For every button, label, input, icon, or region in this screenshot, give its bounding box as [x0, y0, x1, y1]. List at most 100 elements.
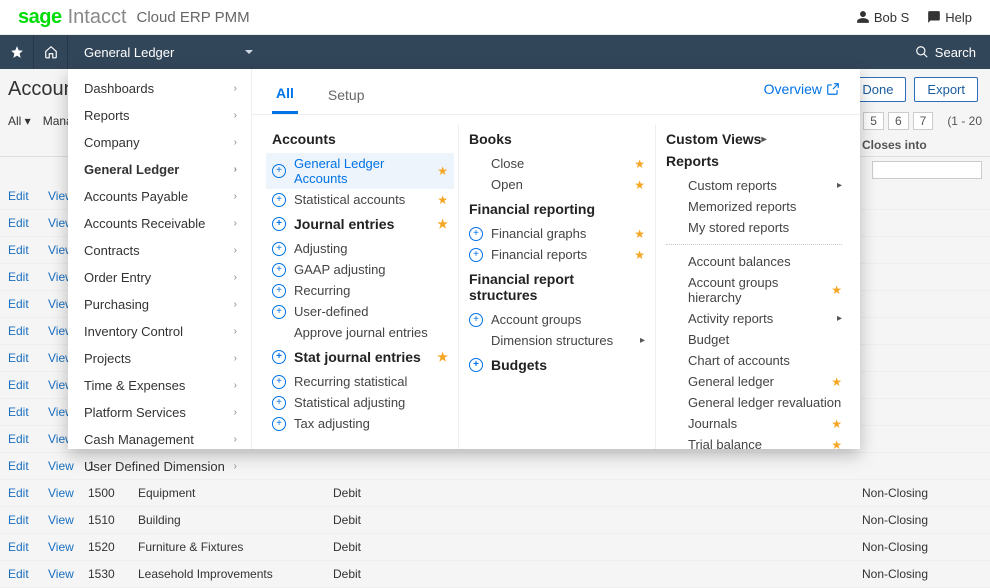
menu-item[interactable]: +User-defined: [272, 301, 448, 322]
add-icon[interactable]: +: [469, 358, 483, 372]
global-search[interactable]: Search: [901, 45, 990, 60]
cell-normal: Debit: [333, 513, 663, 527]
home-button[interactable]: [34, 35, 68, 69]
edit-link[interactable]: Edit: [8, 378, 48, 392]
menu-item[interactable]: Budget: [666, 329, 842, 350]
add-icon[interactable]: +: [272, 242, 286, 256]
filter-closes-input[interactable]: [872, 161, 982, 179]
tab-setup[interactable]: Setup: [324, 81, 369, 113]
cell-close: [862, 270, 982, 284]
page-7[interactable]: 7: [913, 112, 934, 130]
menu-item[interactable]: Trial balance★: [666, 434, 842, 449]
view-link[interactable]: View: [48, 486, 88, 500]
edit-link[interactable]: Edit: [8, 189, 48, 203]
view-link[interactable]: View: [48, 567, 88, 581]
menu-item[interactable]: +Adjusting: [272, 238, 448, 259]
chevron-right-icon: ›: [234, 110, 237, 121]
menu-item[interactable]: Dimension structures▸: [469, 330, 645, 351]
menu-item[interactable]: +Recurring statistical: [272, 371, 448, 392]
sidebar-item[interactable]: Time & Expenses›: [68, 372, 251, 399]
sidebar-item[interactable]: Contracts›: [68, 237, 251, 264]
add-icon[interactable]: +: [469, 248, 483, 262]
menu-item[interactable]: My stored reports: [666, 217, 842, 238]
edit-link[interactable]: Edit: [8, 486, 48, 500]
star-icon: ★: [831, 283, 842, 297]
chevron-down-icon: [244, 47, 254, 57]
page-6[interactable]: 6: [888, 112, 909, 130]
add-icon[interactable]: +: [469, 227, 483, 241]
export-button[interactable]: Export: [914, 77, 978, 102]
menu-item[interactable]: Open★: [469, 174, 645, 195]
menu-item[interactable]: +Statistical accounts★: [272, 189, 448, 210]
menu-item[interactable]: +General Ledger Accounts★: [266, 153, 454, 189]
add-icon[interactable]: +: [272, 396, 286, 410]
module-dropdown[interactable]: General Ledger: [68, 35, 270, 69]
menu-item[interactable]: Journals★: [666, 413, 842, 434]
add-icon[interactable]: +: [272, 217, 286, 231]
add-icon[interactable]: +: [272, 350, 286, 364]
edit-link[interactable]: Edit: [8, 243, 48, 257]
menu-item[interactable]: Custom reports▸: [666, 175, 842, 196]
menu-item[interactable]: +Tax adjusting: [272, 413, 448, 434]
favorite-toggle[interactable]: [0, 35, 34, 69]
edit-link[interactable]: Edit: [8, 540, 48, 554]
sidebar-item[interactable]: Inventory Control›: [68, 318, 251, 345]
edit-link[interactable]: Edit: [8, 405, 48, 419]
tab-all[interactable]: All: [272, 79, 298, 114]
add-icon[interactable]: +: [272, 193, 286, 207]
sidebar-item[interactable]: Cash Management›: [68, 426, 251, 453]
menu-item[interactable]: General ledger★: [666, 371, 842, 392]
module-label: General Ledger: [84, 45, 174, 60]
sidebar-item[interactable]: Purchasing›: [68, 291, 251, 318]
sidebar-item[interactable]: Platform Services›: [68, 399, 251, 426]
sidebar-item[interactable]: Accounts Payable›: [68, 183, 251, 210]
chevron-right-icon: ›: [234, 137, 237, 148]
menu-item[interactable]: Account groups hierarchy★: [666, 272, 842, 308]
menu-item[interactable]: Chart of accounts: [666, 350, 842, 371]
sidebar-item[interactable]: General Ledger›: [68, 156, 251, 183]
menu-item[interactable]: Activity reports▸: [666, 308, 842, 329]
add-icon[interactable]: +: [272, 305, 286, 319]
edit-link[interactable]: Edit: [8, 324, 48, 338]
edit-link[interactable]: Edit: [8, 270, 48, 284]
chevron-right-icon: ›: [234, 380, 237, 391]
sidebar-item[interactable]: Accounts Receivable›: [68, 210, 251, 237]
sidebar-item[interactable]: Reports›: [68, 102, 251, 129]
page-5[interactable]: 5: [863, 112, 884, 130]
edit-link[interactable]: Edit: [8, 297, 48, 311]
menu-item[interactable]: Close★: [469, 153, 645, 174]
edit-link[interactable]: Edit: [8, 459, 48, 473]
view-link[interactable]: View: [48, 540, 88, 554]
add-icon[interactable]: +: [272, 375, 286, 389]
menu-item[interactable]: General ledger revaluation: [666, 392, 842, 413]
menu-item[interactable]: +GAAP adjusting: [272, 259, 448, 280]
sidebar-item[interactable]: Company›: [68, 129, 251, 156]
sidebar-item[interactable]: Projects›: [68, 345, 251, 372]
filter-all[interactable]: All ▾: [8, 114, 31, 128]
add-icon[interactable]: +: [272, 417, 286, 431]
menu-item[interactable]: +Statistical adjusting: [272, 392, 448, 413]
menu-item[interactable]: Account balances: [666, 251, 842, 272]
sidebar-item[interactable]: Order Entry›: [68, 264, 251, 291]
sidebar-item[interactable]: User Defined Dimension›: [68, 453, 251, 480]
edit-link[interactable]: Edit: [8, 432, 48, 446]
menu-item[interactable]: +Financial reports★: [469, 244, 645, 265]
edit-link[interactable]: Edit: [8, 216, 48, 230]
menu-item[interactable]: Memorized reports: [666, 196, 842, 217]
sidebar-item[interactable]: Dashboards›: [68, 75, 251, 102]
menu-item[interactable]: +Financial graphs★: [469, 223, 645, 244]
overview-link[interactable]: Overview: [764, 81, 840, 97]
add-icon[interactable]: +: [272, 164, 286, 178]
menu-item[interactable]: +Recurring: [272, 280, 448, 301]
view-link[interactable]: View: [48, 513, 88, 527]
edit-link[interactable]: Edit: [8, 567, 48, 581]
add-icon[interactable]: +: [272, 263, 286, 277]
user-menu[interactable]: Bob S: [856, 10, 909, 25]
menu-item[interactable]: Approve journal entries: [272, 322, 448, 343]
menu-item[interactable]: +Account groups: [469, 309, 645, 330]
edit-link[interactable]: Edit: [8, 351, 48, 365]
add-icon[interactable]: +: [469, 313, 483, 327]
add-icon[interactable]: +: [272, 284, 286, 298]
edit-link[interactable]: Edit: [8, 513, 48, 527]
help-link[interactable]: Help: [927, 10, 972, 25]
